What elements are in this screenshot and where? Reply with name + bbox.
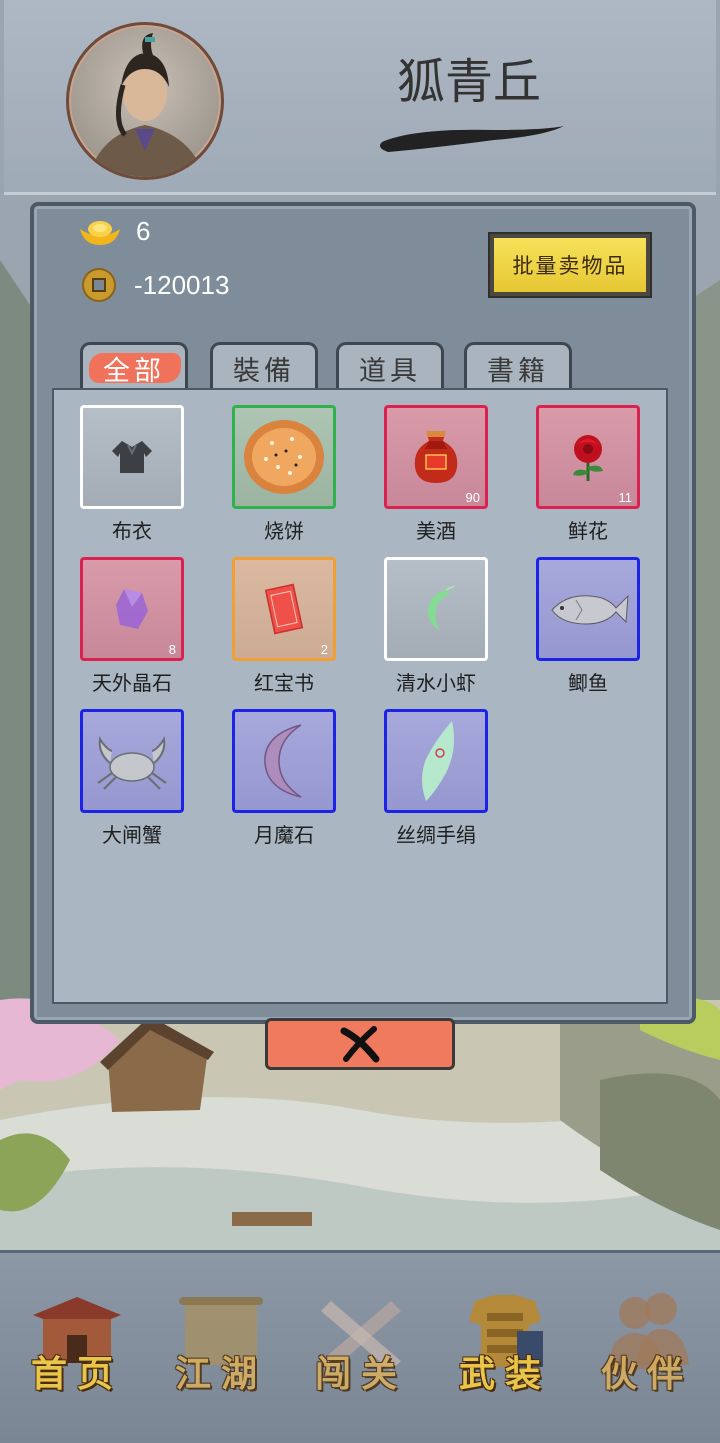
ink-brush-stroke: [380, 126, 564, 152]
player-name: 狐青丘: [396, 54, 541, 110]
nav-chuangguan-label: 闯关: [314, 1353, 407, 1395]
item-slot[interactable]: 鲫鱼: [536, 557, 640, 696]
item-slot[interactable]: 90 美酒: [384, 405, 488, 544]
item-label: 大闸蟹: [102, 823, 162, 847]
gold-ingot-icon: [80, 220, 120, 245]
sesame-cake-icon: [244, 420, 324, 494]
player-avatar[interactable]: [66, 22, 224, 180]
item-box: [536, 557, 640, 661]
item-slot[interactable]: 月魔石: [232, 709, 336, 848]
item-box: 8: [80, 557, 184, 661]
item-count: 8: [168, 642, 176, 657]
item-label: 清水小虾: [396, 671, 476, 695]
close-button[interactable]: [265, 1018, 455, 1070]
item-slot[interactable]: 烧饼: [232, 405, 336, 544]
tab-books[interactable]: 書籍: [464, 342, 572, 392]
item-slot[interactable]: 2 红宝书: [232, 557, 336, 696]
batch-sell-button[interactable]: 批量卖物品: [488, 232, 652, 298]
item-label: 天外晶石: [92, 671, 172, 695]
tab-equipment-label: 裝備: [233, 356, 295, 387]
item-label: 鲫鱼: [568, 671, 608, 695]
item-box: [232, 405, 336, 509]
rose-icon: [573, 435, 603, 481]
cloth-shirt-icon: [112, 441, 152, 473]
tab-all[interactable]: 全部: [80, 342, 188, 392]
fish-icon: [551, 594, 629, 625]
tab-all-label: 全部: [103, 356, 165, 387]
item-count: 2: [320, 642, 328, 657]
tab-props-label: 道具: [359, 356, 421, 387]
item-slot[interactable]: 大闸蟹: [80, 709, 184, 848]
batch-sell-label: 批量卖物品: [494, 238, 646, 292]
item-box: [232, 709, 336, 813]
item-slot[interactable]: 布衣: [80, 405, 184, 544]
item-box: [384, 709, 488, 813]
gold-ingot-row: 6: [78, 216, 150, 247]
moon-stone-icon: [264, 724, 302, 798]
item-slot[interactable]: 11 鲜花: [536, 405, 640, 544]
nav-wuzhuang[interactable]: 武装: [440, 1291, 570, 1401]
item-label: 丝绸手绢: [396, 823, 476, 847]
nav-home-label: 首页: [30, 1353, 123, 1395]
nav-home[interactable]: 首页: [12, 1291, 142, 1401]
item-label: 布衣: [112, 519, 152, 543]
tab-props[interactable]: 道具: [336, 342, 444, 392]
crab-icon: [97, 736, 167, 790]
item-label: 鲜花: [568, 519, 608, 543]
item-box: [80, 709, 184, 813]
copper-coin-icon: [82, 268, 116, 302]
red-book-icon: [264, 583, 304, 635]
nav-jianghu-label: 江湖: [174, 1353, 267, 1395]
nav-chuangguan[interactable]: 闯关: [296, 1291, 426, 1401]
nav-partners[interactable]: 伙伴: [582, 1291, 712, 1401]
item-box: 90: [384, 405, 488, 509]
item-label: 月魔石: [254, 823, 314, 847]
item-box: [80, 405, 184, 509]
shrimp-icon: [428, 585, 455, 630]
item-slot[interactable]: 清水小虾: [384, 557, 488, 696]
item-count: 11: [618, 490, 633, 505]
nav-partners-label: 伙伴: [600, 1353, 693, 1395]
crystal-icon: [116, 589, 148, 629]
item-box: 11: [536, 405, 640, 509]
item-label: 烧饼: [264, 519, 304, 543]
wine-jar-icon: [414, 431, 458, 483]
item-label: 美酒: [416, 519, 456, 543]
item-box: [384, 557, 488, 661]
copper-coin-count: -120013: [134, 269, 230, 300]
player-portrait-icon: [89, 33, 205, 177]
tab-books-label: 書籍: [487, 356, 549, 387]
profile-header: 狐青丘: [4, 0, 716, 195]
nav-wuzhuang-label: 武装: [458, 1353, 551, 1395]
nav-jianghu[interactable]: 江湖: [156, 1291, 286, 1401]
item-slot[interactable]: 8 天外晶石: [80, 557, 184, 696]
bottom-navigation: 首页 江湖 闯关 武装 伙伴: [0, 1250, 720, 1443]
tab-equipment[interactable]: 裝備: [210, 342, 318, 392]
gold-ingot-count: 6: [136, 216, 151, 246]
copper-coin-row: -120013: [78, 268, 229, 302]
silk-handkerchief-icon: [422, 721, 454, 801]
item-label: 红宝书: [254, 671, 314, 695]
item-box: 2: [232, 557, 336, 661]
item-slot[interactable]: 丝绸手绢: [384, 709, 488, 848]
item-count: 90: [465, 490, 480, 505]
close-icon: [340, 1026, 380, 1063]
